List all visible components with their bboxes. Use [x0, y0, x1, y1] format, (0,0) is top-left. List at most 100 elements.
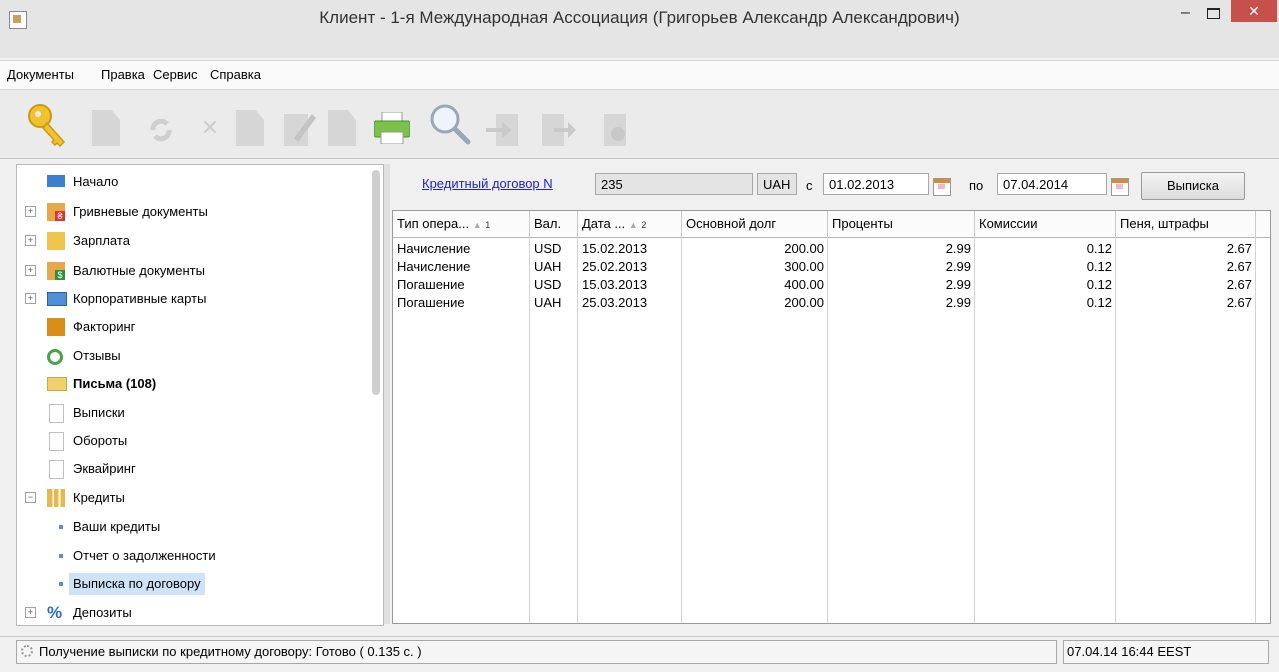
maximize-button[interactable]	[1199, 4, 1226, 25]
tree-item-turnovers[interactable]: Обороты	[17, 430, 367, 452]
new-document-icon[interactable]	[92, 110, 120, 146]
tree-item-salary[interactable]: + Зарплата	[17, 230, 367, 252]
export-icon[interactable]	[540, 112, 576, 148]
cell-principal: 400.00	[784, 277, 824, 292]
statement-button[interactable]: Выписка	[1141, 172, 1245, 200]
tree-item-deposits[interactable]: + % Депозиты	[17, 602, 367, 624]
tree-item-factoring[interactable]: Факторинг	[17, 316, 367, 338]
header-label: Тип опера...	[397, 216, 470, 231]
table-row[interactable]: Начисление USD 15.02.2013 200.00 2.99 0.…	[393, 240, 1270, 258]
table-row[interactable]: Начисление UAH 25.02.2013 300.00 2.99 0.…	[393, 258, 1270, 276]
cell-principal: 200.00	[784, 295, 824, 310]
attach-icon[interactable]	[600, 112, 636, 148]
tree-item-recalls[interactable]: Отзывы	[17, 345, 367, 367]
tree-item-label: Валютные документы	[73, 263, 205, 278]
tree-item-your-credits[interactable]: Ваши кредиты	[17, 516, 367, 538]
close-button[interactable]: ✕	[1231, 0, 1277, 22]
cell-penalties: 2.67	[1226, 241, 1252, 256]
cell-interest: 2.99	[945, 259, 971, 274]
print-icon[interactable]	[373, 111, 411, 145]
tree-item-currency-documents[interactable]: + Валютные документы	[17, 260, 367, 282]
collapse-icon[interactable]: −	[25, 492, 36, 503]
cell-commission: 0.12	[1086, 259, 1112, 274]
cell-interest: 2.99	[945, 295, 971, 310]
import-icon[interactable]	[486, 112, 522, 148]
tree-item-uah-documents[interactable]: + Гривневые документы	[17, 201, 367, 223]
column-header-principal[interactable]: Основной долг	[682, 211, 828, 237]
tree-item-statements[interactable]: Выписки	[17, 402, 367, 424]
sort-order: 2	[641, 220, 647, 230]
percent-icon: %	[47, 603, 63, 622]
tree-item-label: Кредиты	[73, 490, 125, 505]
contract-number-field[interactable]: 235	[595, 173, 753, 195]
table-row[interactable]: Погашение USD 15.03.2013 400.00 2.99 0.1…	[393, 276, 1270, 294]
hryvnia-folder-icon	[47, 203, 65, 221]
column-header-penalties[interactable]: Пеня, штрафы	[1116, 211, 1256, 237]
bullet-icon	[59, 554, 63, 558]
menu-edit[interactable]: Правка	[101, 67, 145, 82]
calendar-icon[interactable]	[933, 178, 951, 196]
tree-item-label: Эквайринг	[73, 461, 136, 476]
sign-document-icon[interactable]	[328, 110, 356, 146]
column-header-currency[interactable]: Вал.	[530, 211, 578, 237]
tree-item-acquiring[interactable]: Эквайринг	[17, 458, 367, 480]
search-icon[interactable]	[428, 102, 472, 146]
minimize-button[interactable]: –	[1173, 4, 1198, 25]
tree-item-label: Депозиты	[73, 605, 132, 620]
tree-item-contract-statement[interactable]: Выписка по договору	[17, 573, 367, 595]
panel-splitter[interactable]	[384, 164, 390, 624]
tree-item-label: Отчет о задолженности	[73, 548, 216, 563]
cell-penalties: 2.67	[1226, 277, 1252, 292]
cell-operation-type: Погашение	[397, 295, 465, 310]
table-row[interactable]: Погашение UAH 25.03.2013 200.00 2.99 0.1…	[393, 294, 1270, 312]
tree-item-letters[interactable]: Письма (108)	[17, 373, 367, 395]
expand-icon[interactable]: +	[25, 265, 36, 276]
credit-contract-link[interactable]: Кредитный договор N	[422, 176, 553, 191]
expand-icon[interactable]: +	[25, 206, 36, 217]
factoring-icon	[47, 318, 65, 336]
cell-commission: 0.12	[1086, 277, 1112, 292]
column-header-date[interactable]: Дата ... ▲ 2	[578, 211, 682, 237]
cell-date: 15.02.2013	[582, 241, 648, 256]
recall-icon	[47, 349, 63, 365]
tree-item-start[interactable]: Начало	[17, 171, 367, 193]
cell-currency: UAH	[534, 259, 562, 274]
cell-currency: USD	[534, 277, 562, 292]
copy-document-icon[interactable]	[236, 110, 264, 146]
expand-icon[interactable]: +	[25, 293, 36, 304]
tree-item-credits[interactable]: − Кредиты	[17, 487, 367, 509]
expand-icon[interactable]: +	[25, 235, 36, 246]
salary-folder-icon	[47, 232, 65, 250]
credit-chart-icon	[47, 489, 65, 507]
cell-interest: 2.99	[945, 241, 971, 256]
delete-icon[interactable]: ✕	[200, 116, 220, 140]
menu-documents[interactable]: Документы	[7, 67, 74, 82]
bullet-icon	[59, 582, 63, 586]
cell-currency: USD	[534, 241, 562, 256]
cell-penalties: 2.67	[1226, 259, 1252, 274]
date-to-field[interactable]: 07.04.2014	[997, 173, 1107, 195]
cell-currency: UAH	[534, 295, 562, 310]
edit-icon[interactable]	[282, 108, 318, 148]
sort-order: 1	[485, 220, 491, 230]
tree-scrollbar-thumb[interactable]	[372, 170, 380, 395]
refresh-icon[interactable]	[145, 114, 177, 146]
cell-date: 25.02.2013	[582, 259, 648, 274]
table-header: Тип опера... ▲ 1 Вал. Дата ... ▲ 2 Основ…	[393, 211, 1270, 238]
tree-item-debt-report[interactable]: Отчет о задолженности	[17, 545, 367, 567]
menu-help[interactable]: Справка	[210, 67, 261, 82]
status-datetime: 07.04.14 16:44 EEST	[1063, 640, 1269, 664]
column-header-interest[interactable]: Проценты	[828, 211, 975, 237]
column-header-commission[interactable]: Комиссии	[975, 211, 1116, 237]
menu-service[interactable]: Сервис	[153, 67, 198, 82]
tree-item-label: Зарплата	[73, 233, 130, 248]
expand-icon[interactable]: +	[25, 607, 36, 618]
key-icon[interactable]	[24, 100, 72, 150]
cell-commission: 0.12	[1086, 241, 1112, 256]
currency-field[interactable]: UAH	[757, 173, 797, 195]
date-from-field[interactable]: 01.02.2013	[823, 173, 929, 195]
page-icon	[49, 404, 64, 423]
calendar-icon[interactable]	[1111, 178, 1129, 196]
column-header-operation-type[interactable]: Тип опера... ▲ 1	[393, 211, 530, 237]
tree-item-corporate-cards[interactable]: + Корпоративные карты	[17, 288, 367, 310]
